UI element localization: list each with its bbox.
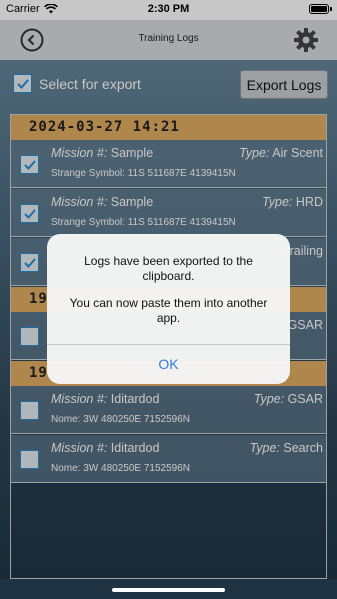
home-indicator[interactable] [0,579,337,599]
ok-button[interactable]: OK [47,356,290,372]
alert-message: Logs have been exported to the clipboard… [84,254,253,283]
alert-divider [47,344,290,345]
alert-message-secondary: You can now paste them into another app. [69,296,268,325]
export-alert-dialog: Logs have been exported to the clipboard… [47,234,290,384]
